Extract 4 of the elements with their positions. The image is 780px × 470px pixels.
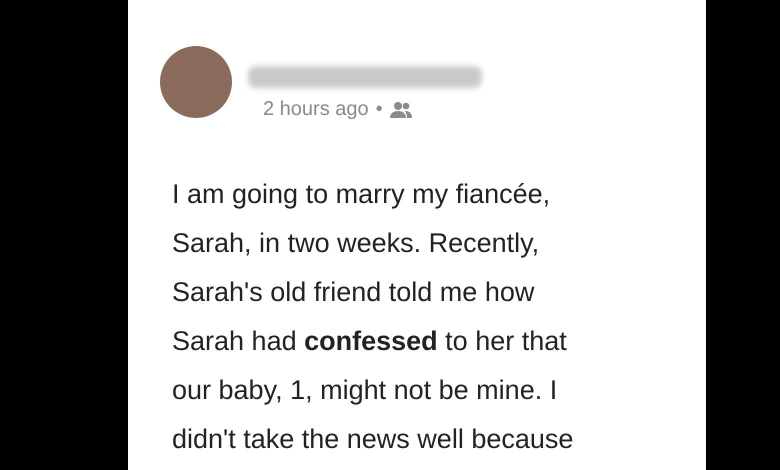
post-text: I am going to marry my fiancée, Sarah, in two weeks. Recently, Sarah's old friend told me how Sarah had confessed to her that our baby, 1, might not be mine. I didn't take the news well because xyxy=(172,178,574,456)
people-icon xyxy=(390,100,412,118)
post-time: 2 hours ago xyxy=(263,98,369,121)
separator-dot: • xyxy=(376,98,383,121)
